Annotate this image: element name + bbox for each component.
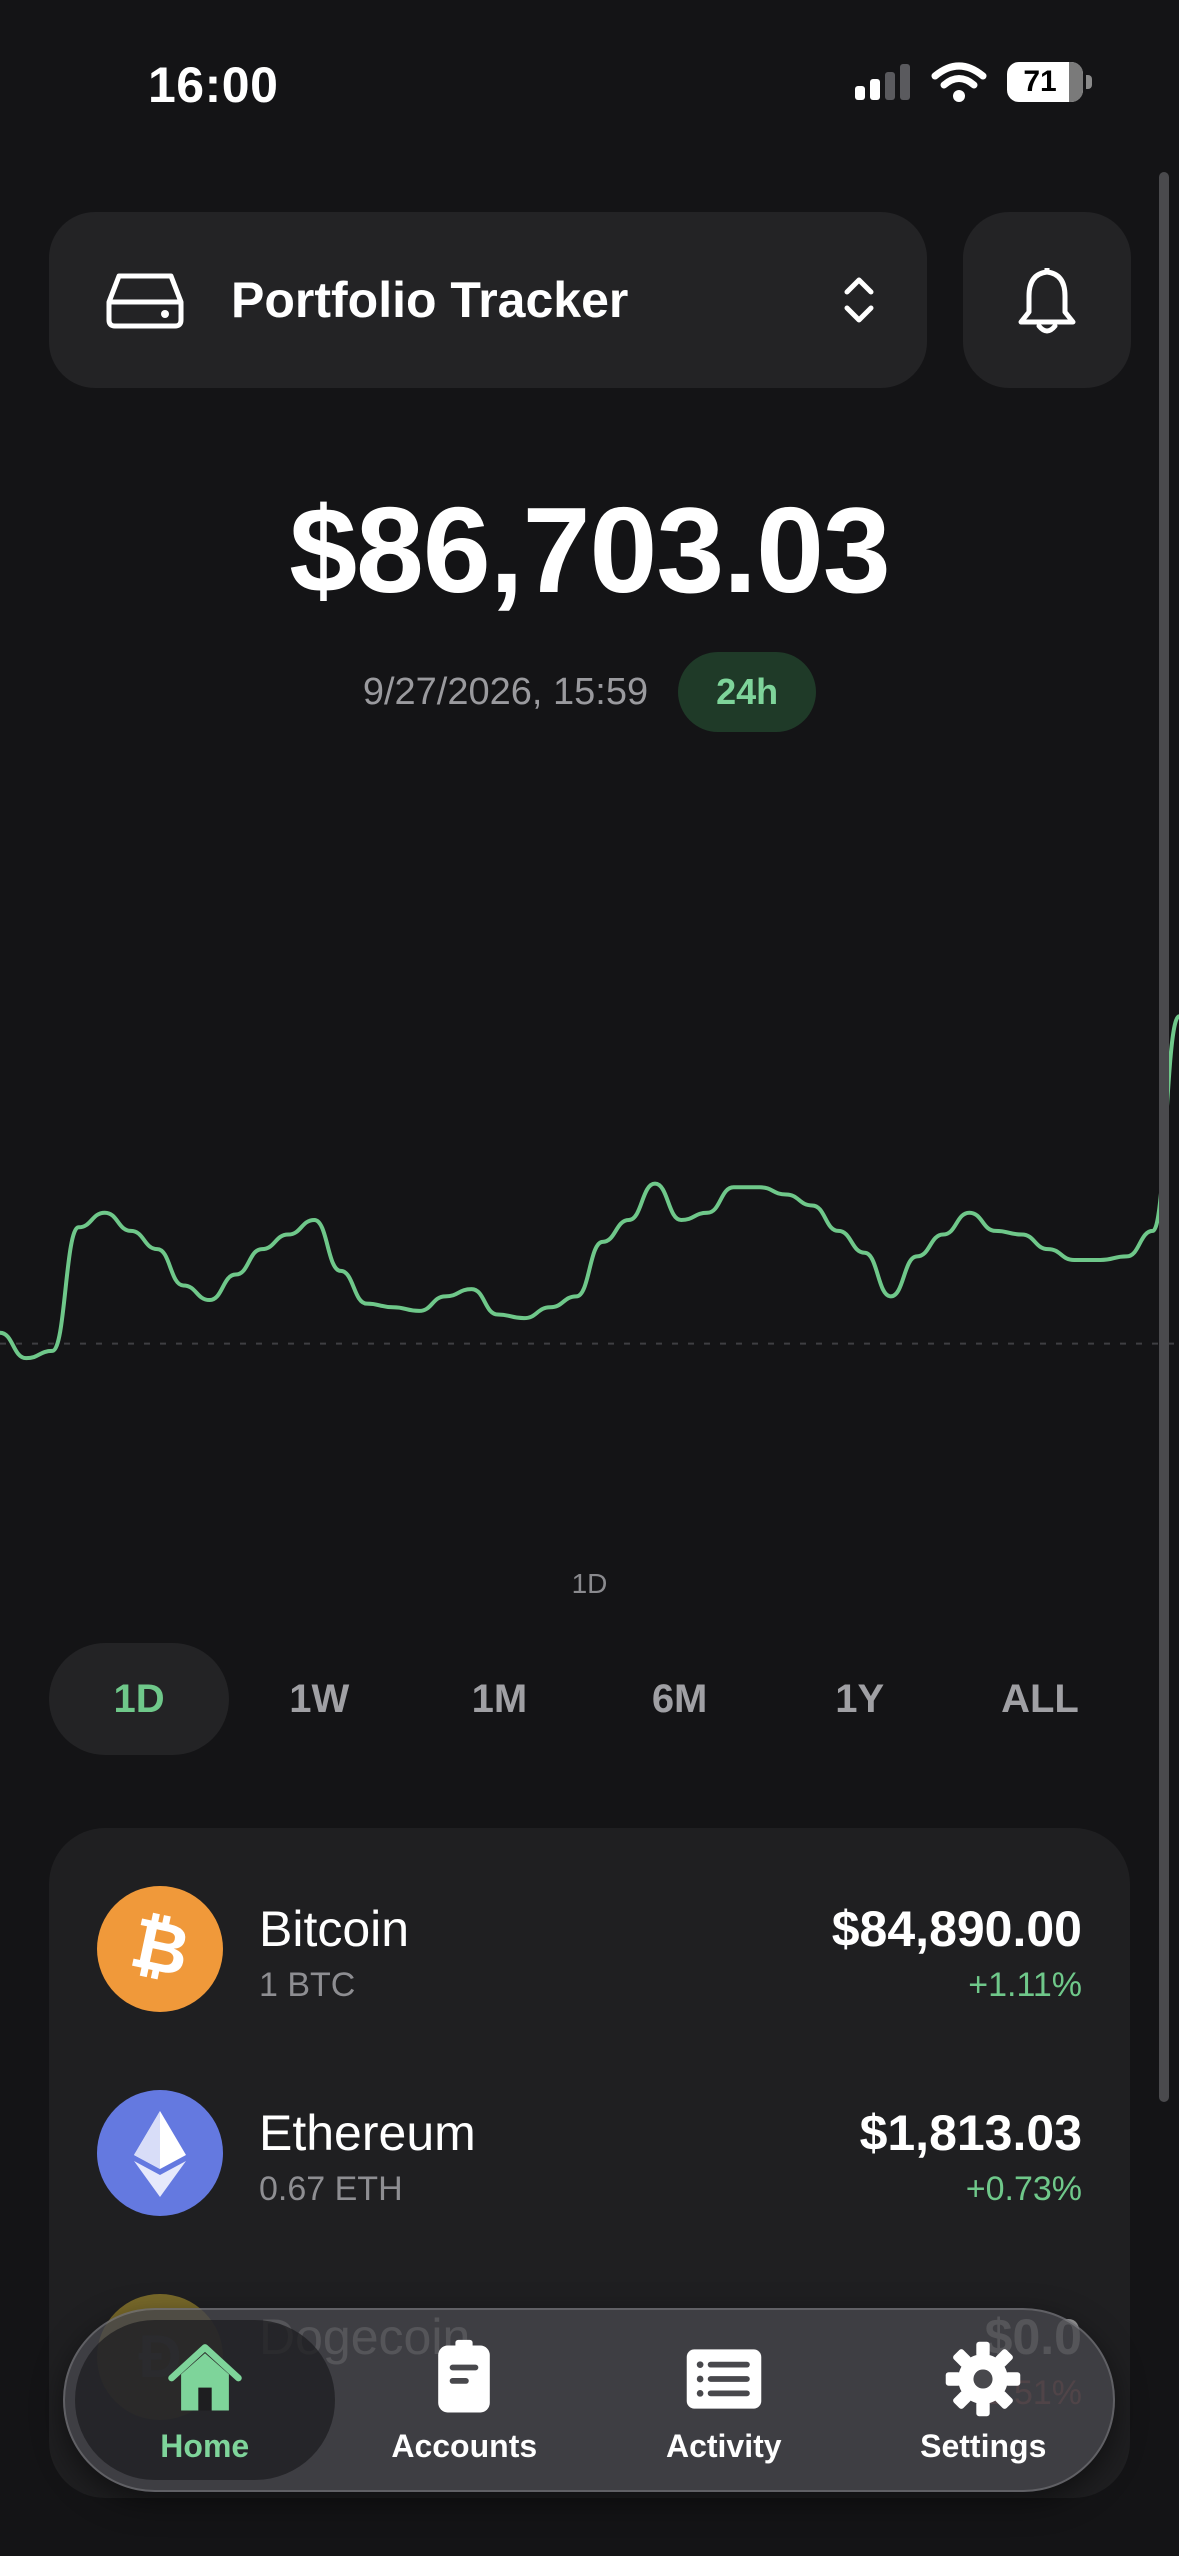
portfolio-title: Portfolio Tracker (231, 272, 629, 328)
asset-row-ethereum[interactable]: Ethereum 0.67 ETH $1,813.03 +0.73% (49, 2078, 1130, 2228)
asset-amount: 0.67 ETH (259, 2170, 403, 2208)
balance-meta: 9/27/2026, 15:59 24h (0, 652, 1179, 732)
asset-value: $1,813.03 (859, 2105, 1082, 2161)
bell-icon (1018, 267, 1076, 334)
status-icons: 71 (855, 62, 1092, 102)
tab-bar: Home Accounts Activity Settings (63, 2308, 1115, 2492)
asset-value: $84,890.00 (831, 1901, 1082, 1957)
settings-icon (945, 2341, 1021, 2416)
range-1y[interactable]: 1Y (770, 1643, 950, 1755)
notifications-button[interactable] (963, 212, 1131, 388)
asset-name: Bitcoin (259, 1901, 410, 1957)
wifi-icon (931, 62, 987, 102)
battery-level: 71 (1023, 65, 1057, 98)
portfolio-chart[interactable] (0, 900, 1179, 1480)
portfolio-selector[interactable]: Portfolio Tracker (49, 212, 927, 388)
total-balance: $86,703.03 (289, 482, 891, 618)
cellular-signal-icon (855, 64, 910, 100)
bitcoin-icon: ₿ (97, 1886, 223, 2012)
activity-icon (686, 2348, 762, 2409)
tab-label: Activity (665, 2427, 782, 2464)
battery-indicator: 71 (1007, 62, 1092, 102)
asset-change: +1.11% (968, 1966, 1082, 2004)
asset-row-bitcoin[interactable]: ₿ Bitcoin 1 BTC $84,890.00 +1.11% (49, 1874, 1130, 2024)
home-icon (167, 2343, 242, 2411)
ethereum-icon (97, 2090, 223, 2216)
tab-label: Settings (920, 2427, 1047, 2464)
tab-accounts[interactable]: Accounts (335, 2310, 595, 2490)
asset-amount: 1 BTC (259, 1966, 356, 2004)
asset-change: +0.73% (965, 2170, 1082, 2208)
time-range-selector: 1D 1W 1M 6M 1Y ALL (49, 1643, 1130, 1755)
svg-text:₿: ₿ (124, 1903, 196, 1991)
scroll-indicator[interactable] (1159, 172, 1169, 2102)
asset-name: Ethereum (259, 2105, 476, 2161)
tab-label: Accounts (391, 2427, 538, 2464)
chart-caption: 1D (571, 1568, 608, 1599)
period-badge[interactable]: 24h (678, 652, 817, 732)
range-1m[interactable]: 1M (409, 1643, 589, 1755)
tab-label: Home (160, 2427, 250, 2464)
balance-timestamp: 9/27/2026, 15:59 (362, 670, 649, 713)
status-time: 16:00 (148, 57, 279, 113)
tab-home[interactable]: Home (75, 2320, 335, 2480)
tab-activity[interactable]: Activity (594, 2310, 854, 2490)
range-6m[interactable]: 6M (590, 1643, 770, 1755)
range-all[interactable]: ALL (950, 1643, 1130, 1755)
accounts-icon (438, 2339, 491, 2412)
range-1w[interactable]: 1W (229, 1643, 409, 1755)
chart-line (0, 1014, 1179, 1361)
chevron-up-down-icon (844, 277, 874, 323)
range-1d[interactable]: 1D (49, 1643, 230, 1755)
tab-settings[interactable]: Settings (854, 2310, 1114, 2490)
drive-icon (106, 273, 184, 329)
